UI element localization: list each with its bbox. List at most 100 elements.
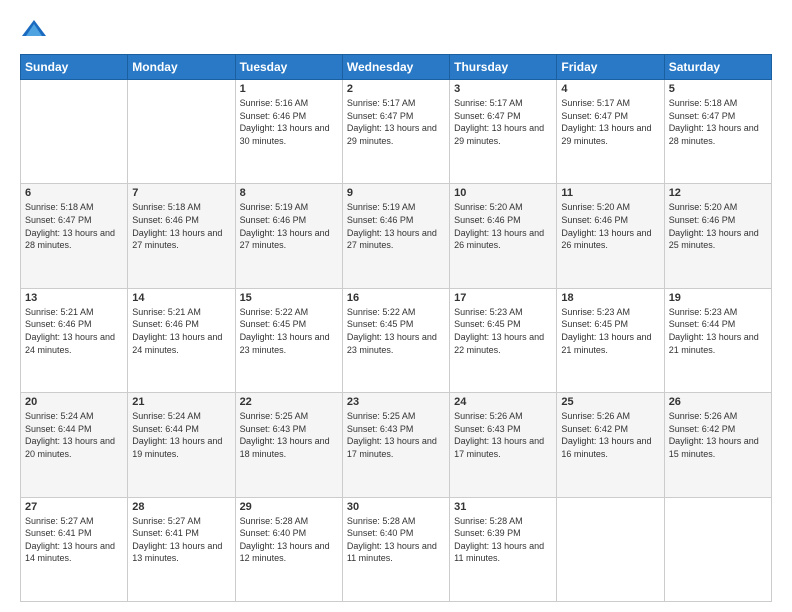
day-info: Sunrise: 5:23 AM Sunset: 6:45 PM Dayligh… <box>454 306 552 356</box>
day-number: 22 <box>240 396 338 408</box>
week-row-1: 1 Sunrise: 5:16 AM Sunset: 6:46 PM Daylig… <box>21 80 772 184</box>
day-info: Sunrise: 5:27 AM Sunset: 6:41 PM Dayligh… <box>25 515 123 565</box>
day-info: Sunrise: 5:20 AM Sunset: 6:46 PM Dayligh… <box>669 201 767 251</box>
day-cell: 1 Sunrise: 5:16 AM Sunset: 6:46 PM Daylig… <box>235 80 342 184</box>
day-cell: 2 Sunrise: 5:17 AM Sunset: 6:47 PM Daylig… <box>342 80 449 184</box>
logo-icon <box>20 16 48 44</box>
day-cell: 25 Sunrise: 5:26 AM Sunset: 6:42 PM Dayli… <box>557 393 664 497</box>
day-number: 27 <box>25 501 123 513</box>
day-info: Sunrise: 5:25 AM Sunset: 6:43 PM Dayligh… <box>347 410 445 460</box>
day-cell: 15Sunrise: 5:22 AM Sunset: 6:45 PM Dayli… <box>235 288 342 392</box>
day-number: 12 <box>669 187 767 199</box>
day-info: Sunrise: 5:20 AM Sunset: 6:46 PM Dayligh… <box>454 201 552 251</box>
day-number: 2 <box>347 83 445 95</box>
day-number: 20 <box>25 396 123 408</box>
day-number: 25 <box>561 396 659 408</box>
day-cell: 13 Sunrise: 5:21 AM Sunset: 6:46 PM Dayli… <box>21 288 128 392</box>
day-info: Sunrise: 5:17 AM Sunset: 6:47 PM Dayligh… <box>347 97 445 147</box>
calendar-table: SundayMondayTuesdayWednesdayThursdayFrid… <box>20 54 772 602</box>
day-info: Sunrise: 5:22 AM Sunset: 6:45 PM Dayligh… <box>347 306 445 356</box>
day-cell: 23 Sunrise: 5:25 AM Sunset: 6:43 PM Dayli… <box>342 393 449 497</box>
weekday-header-thursday: Thursday <box>450 55 557 80</box>
weekday-header-monday: Monday <box>128 55 235 80</box>
day-cell: 31 Sunrise: 5:28 AM Sunset: 6:39 PM Dayli… <box>450 497 557 601</box>
weekday-header-friday: Friday <box>557 55 664 80</box>
day-info: Sunrise: 5:23 AM Sunset: 6:44 PM Dayligh… <box>669 306 767 356</box>
weekday-header-saturday: Saturday <box>664 55 771 80</box>
day-info: Sunrise: 5:18 AM Sunset: 6:47 PM Dayligh… <box>25 201 123 251</box>
day-cell: 17Sunrise: 5:23 AM Sunset: 6:45 PM Dayli… <box>450 288 557 392</box>
day-cell: 29 Sunrise: 5:28 AM Sunset: 6:40 PM Dayli… <box>235 497 342 601</box>
day-number: 30 <box>347 501 445 513</box>
weekday-header-sunday: Sunday <box>21 55 128 80</box>
day-cell: 4 Sunrise: 5:17 AM Sunset: 6:47 PM Daylig… <box>557 80 664 184</box>
day-cell: 19Sunrise: 5:23 AM Sunset: 6:44 PM Dayli… <box>664 288 771 392</box>
day-info: Sunrise: 5:25 AM Sunset: 6:43 PM Dayligh… <box>240 410 338 460</box>
day-info: Sunrise: 5:28 AM Sunset: 6:40 PM Dayligh… <box>347 515 445 565</box>
day-info: Sunrise: 5:16 AM Sunset: 6:46 PM Dayligh… <box>240 97 338 147</box>
day-number: 8 <box>240 187 338 199</box>
weekday-header-wednesday: Wednesday <box>342 55 449 80</box>
day-cell: 14Sunrise: 5:21 AM Sunset: 6:46 PM Dayli… <box>128 288 235 392</box>
day-cell: 7 Sunrise: 5:18 AM Sunset: 6:46 PM Daylig… <box>128 184 235 288</box>
weekday-header-tuesday: Tuesday <box>235 55 342 80</box>
day-cell: 8 Sunrise: 5:19 AM Sunset: 6:46 PM Daylig… <box>235 184 342 288</box>
day-info: Sunrise: 5:28 AM Sunset: 6:40 PM Dayligh… <box>240 515 338 565</box>
day-number: 13 <box>25 292 123 304</box>
day-info: Sunrise: 5:18 AM Sunset: 6:47 PM Dayligh… <box>669 97 767 147</box>
day-info: Sunrise: 5:18 AM Sunset: 6:46 PM Dayligh… <box>132 201 230 251</box>
day-number: 9 <box>347 187 445 199</box>
logo <box>20 16 52 44</box>
day-cell: 26Sunrise: 5:26 AM Sunset: 6:42 PM Dayli… <box>664 393 771 497</box>
day-info: Sunrise: 5:26 AM Sunset: 6:43 PM Dayligh… <box>454 410 552 460</box>
day-number: 24 <box>454 396 552 408</box>
day-cell: 21Sunrise: 5:24 AM Sunset: 6:44 PM Dayli… <box>128 393 235 497</box>
day-info: Sunrise: 5:26 AM Sunset: 6:42 PM Dayligh… <box>561 410 659 460</box>
week-row-4: 20 Sunrise: 5:24 AM Sunset: 6:44 PM Dayli… <box>21 393 772 497</box>
day-number: 18 <box>561 292 659 304</box>
day-info: Sunrise: 5:28 AM Sunset: 6:39 PM Dayligh… <box>454 515 552 565</box>
header <box>20 16 772 44</box>
day-number: 26 <box>669 396 767 408</box>
day-number: 4 <box>561 83 659 95</box>
day-cell: 18 Sunrise: 5:23 AM Sunset: 6:45 PM Dayli… <box>557 288 664 392</box>
day-info: Sunrise: 5:24 AM Sunset: 6:44 PM Dayligh… <box>132 410 230 460</box>
day-number: 1 <box>240 83 338 95</box>
day-info: Sunrise: 5:19 AM Sunset: 6:46 PM Dayligh… <box>240 201 338 251</box>
day-number: 6 <box>25 187 123 199</box>
day-info: Sunrise: 5:19 AM Sunset: 6:46 PM Dayligh… <box>347 201 445 251</box>
day-cell: 20 Sunrise: 5:24 AM Sunset: 6:44 PM Dayli… <box>21 393 128 497</box>
day-info: Sunrise: 5:17 AM Sunset: 6:47 PM Dayligh… <box>454 97 552 147</box>
day-number: 23 <box>347 396 445 408</box>
day-info: Sunrise: 5:23 AM Sunset: 6:45 PM Dayligh… <box>561 306 659 356</box>
day-number: 29 <box>240 501 338 513</box>
day-cell: 22 Sunrise: 5:25 AM Sunset: 6:43 PM Dayli… <box>235 393 342 497</box>
day-cell <box>557 497 664 601</box>
day-info: Sunrise: 5:22 AM Sunset: 6:45 PM Dayligh… <box>240 306 338 356</box>
week-row-2: 6 Sunrise: 5:18 AM Sunset: 6:47 PM Daylig… <box>21 184 772 288</box>
day-cell: 9 Sunrise: 5:19 AM Sunset: 6:46 PM Daylig… <box>342 184 449 288</box>
day-number: 7 <box>132 187 230 199</box>
day-cell: 28Sunrise: 5:27 AM Sunset: 6:41 PM Dayli… <box>128 497 235 601</box>
day-info: Sunrise: 5:21 AM Sunset: 6:46 PM Dayligh… <box>25 306 123 356</box>
day-cell: 10 Sunrise: 5:20 AM Sunset: 6:46 PM Dayli… <box>450 184 557 288</box>
day-cell: 5 Sunrise: 5:18 AM Sunset: 6:47 PM Daylig… <box>664 80 771 184</box>
day-info: Sunrise: 5:24 AM Sunset: 6:44 PM Dayligh… <box>25 410 123 460</box>
week-row-5: 27 Sunrise: 5:27 AM Sunset: 6:41 PM Dayli… <box>21 497 772 601</box>
day-number: 14 <box>132 292 230 304</box>
day-number: 31 <box>454 501 552 513</box>
day-cell: 16Sunrise: 5:22 AM Sunset: 6:45 PM Dayli… <box>342 288 449 392</box>
day-cell <box>664 497 771 601</box>
day-cell: 30 Sunrise: 5:28 AM Sunset: 6:40 PM Dayli… <box>342 497 449 601</box>
week-row-3: 13 Sunrise: 5:21 AM Sunset: 6:46 PM Dayli… <box>21 288 772 392</box>
day-number: 5 <box>669 83 767 95</box>
day-cell: 11Sunrise: 5:20 AM Sunset: 6:46 PM Dayli… <box>557 184 664 288</box>
weekday-header-row: SundayMondayTuesdayWednesdayThursdayFrid… <box>21 55 772 80</box>
day-cell: 24 Sunrise: 5:26 AM Sunset: 6:43 PM Dayli… <box>450 393 557 497</box>
day-info: Sunrise: 5:27 AM Sunset: 6:41 PM Dayligh… <box>132 515 230 565</box>
day-info: Sunrise: 5:17 AM Sunset: 6:47 PM Dayligh… <box>561 97 659 147</box>
day-cell: 27 Sunrise: 5:27 AM Sunset: 6:41 PM Dayli… <box>21 497 128 601</box>
day-number: 3 <box>454 83 552 95</box>
day-number: 10 <box>454 187 552 199</box>
day-cell <box>21 80 128 184</box>
